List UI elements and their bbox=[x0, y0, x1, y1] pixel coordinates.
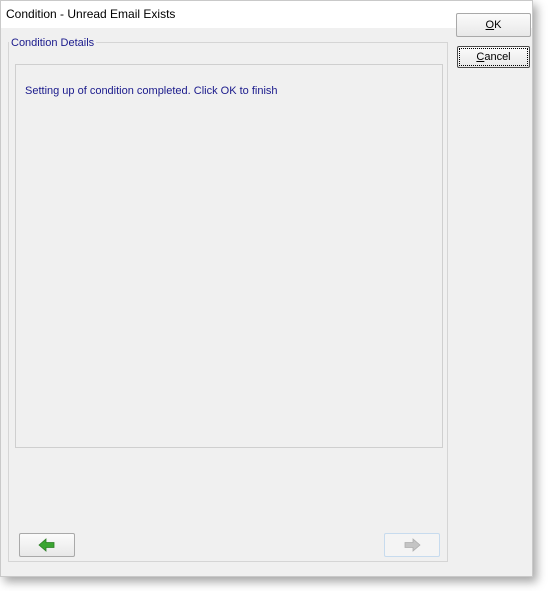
arrow-left-icon bbox=[38, 538, 56, 552]
ok-accelerator: O bbox=[485, 19, 495, 31]
next-button[interactable] bbox=[384, 533, 440, 557]
cancel-label: ancel bbox=[484, 51, 511, 63]
group-label: Condition Details bbox=[9, 37, 97, 49]
status-message: Setting up of condition completed. Click… bbox=[25, 85, 278, 97]
window-title: Condition - Unread Email Exists bbox=[6, 7, 176, 21]
back-button[interactable] bbox=[19, 533, 75, 557]
arrow-right-icon bbox=[403, 538, 421, 552]
dialog-window: Condition - Unread Email Exists Conditio… bbox=[0, 0, 533, 577]
title-bar[interactable]: Condition - Unread Email Exists bbox=[1, 1, 532, 28]
cancel-accelerator: C bbox=[476, 51, 485, 63]
ok-button[interactable]: OK bbox=[456, 13, 531, 37]
ok-label: K bbox=[494, 19, 502, 31]
cancel-button[interactable]: Cancel bbox=[457, 46, 530, 68]
condition-panel: Setting up of condition completed. Click… bbox=[15, 64, 443, 448]
dialog-client-area: Condition Details Setting up of conditio… bbox=[1, 28, 532, 576]
